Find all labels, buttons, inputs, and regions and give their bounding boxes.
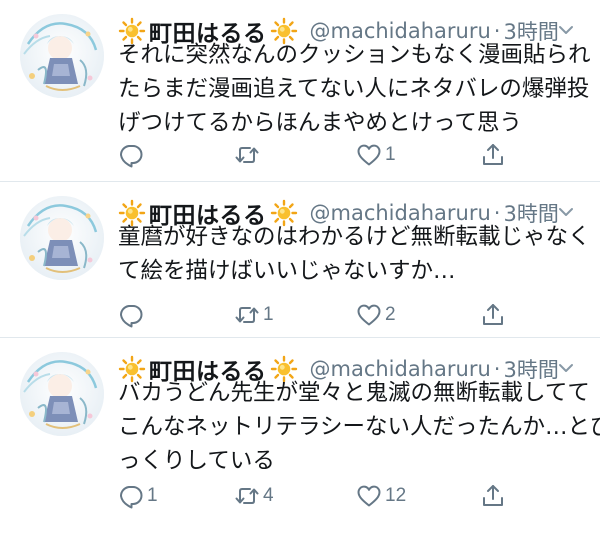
retweet-icon [234,142,260,168]
retweet-count: 4 [263,485,274,506]
tweet-text-line: 童麿が好きなのはわかるけど無断転載じゃなく [118,224,591,250]
retweet-icon [234,302,260,328]
share-icon [480,302,506,328]
tweet-actions: 1 2 [118,298,518,332]
like-button[interactable]: 12 [356,479,406,513]
share-button[interactable] [480,138,506,172]
tweet-text: バカうどん先生が堂々と鬼滅の無断転載してて こんなネットリテラシーない人だったんか… [118,376,600,478]
retweet-button[interactable] [234,138,263,172]
tweet-text-line: それに突然なんのクッションもなく漫画貼られ [118,42,591,68]
tweet-actions: 1 4 12 [118,479,518,513]
like-count: 2 [385,304,396,325]
like-button[interactable]: 2 [356,298,396,332]
heart-icon [356,302,382,328]
tweet-actions: 1 [118,138,518,172]
avatar[interactable] [20,196,104,280]
like-count: 1 [385,144,396,165]
tweet-text: それに突然なんのクッションもなく漫画貼られ たらまだ漫画追えてない人にネタバレの爆… [118,38,591,140]
avatar[interactable] [20,14,104,98]
share-icon [480,142,506,168]
share-button[interactable] [480,298,506,332]
reply-icon [118,302,144,328]
share-button[interactable] [480,479,506,513]
share-icon [480,483,506,509]
tweet-text-line: っくりしている [118,448,275,474]
tweet-text-line: たらまだ漫画追えてない人にネタバレの爆弾投 [118,76,590,102]
tweet-text-line: て絵を描けばいいじゃないすか… [118,258,456,284]
reply-button[interactable] [118,298,147,332]
reply-count: 1 [147,485,158,506]
heart-icon [356,142,382,168]
reply-icon [118,483,144,509]
chevron-down-icon[interactable] [556,358,576,378]
tweet-text-line: こんなネットリテラシーない人だったんか…とび [118,414,600,440]
tweet[interactable]: 町田はるる @machidaharuru · 3時間 それに突然なんのクッション… [0,0,600,182]
tweet-text: 童麿が好きなのはわかるけど無断転載じゃなく て絵を描けばいいじゃないすか… [118,220,591,288]
like-button[interactable]: 1 [356,138,396,172]
tweet[interactable]: 町田はるる @machidaharuru · 3時間 童麿が好きなのはわかるけど… [0,182,600,338]
heart-icon [356,483,382,509]
reply-button[interactable] [118,138,147,172]
retweet-button[interactable]: 4 [234,479,274,513]
tweet[interactable]: 町田はるる @machidaharuru · 3時間 バカうどん先生が堂々と鬼滅… [0,338,600,536]
like-count: 12 [385,485,407,506]
avatar[interactable] [20,352,104,436]
reply-icon [118,142,144,168]
tweet-text-line: バカうどん先生が堂々と鬼滅の無断転載してて [118,380,590,406]
retweet-count: 1 [263,304,274,325]
retweet-icon [234,483,260,509]
chevron-down-icon[interactable] [556,202,576,222]
chevron-down-icon[interactable] [556,20,576,40]
retweet-button[interactable]: 1 [234,298,274,332]
timeline: 町田はるる @machidaharuru · 3時間 それに突然なんのクッション… [0,0,600,536]
reply-button[interactable]: 1 [118,479,158,513]
tweet-text-line: げつけてるからほんまやめとけって思う [118,110,522,136]
